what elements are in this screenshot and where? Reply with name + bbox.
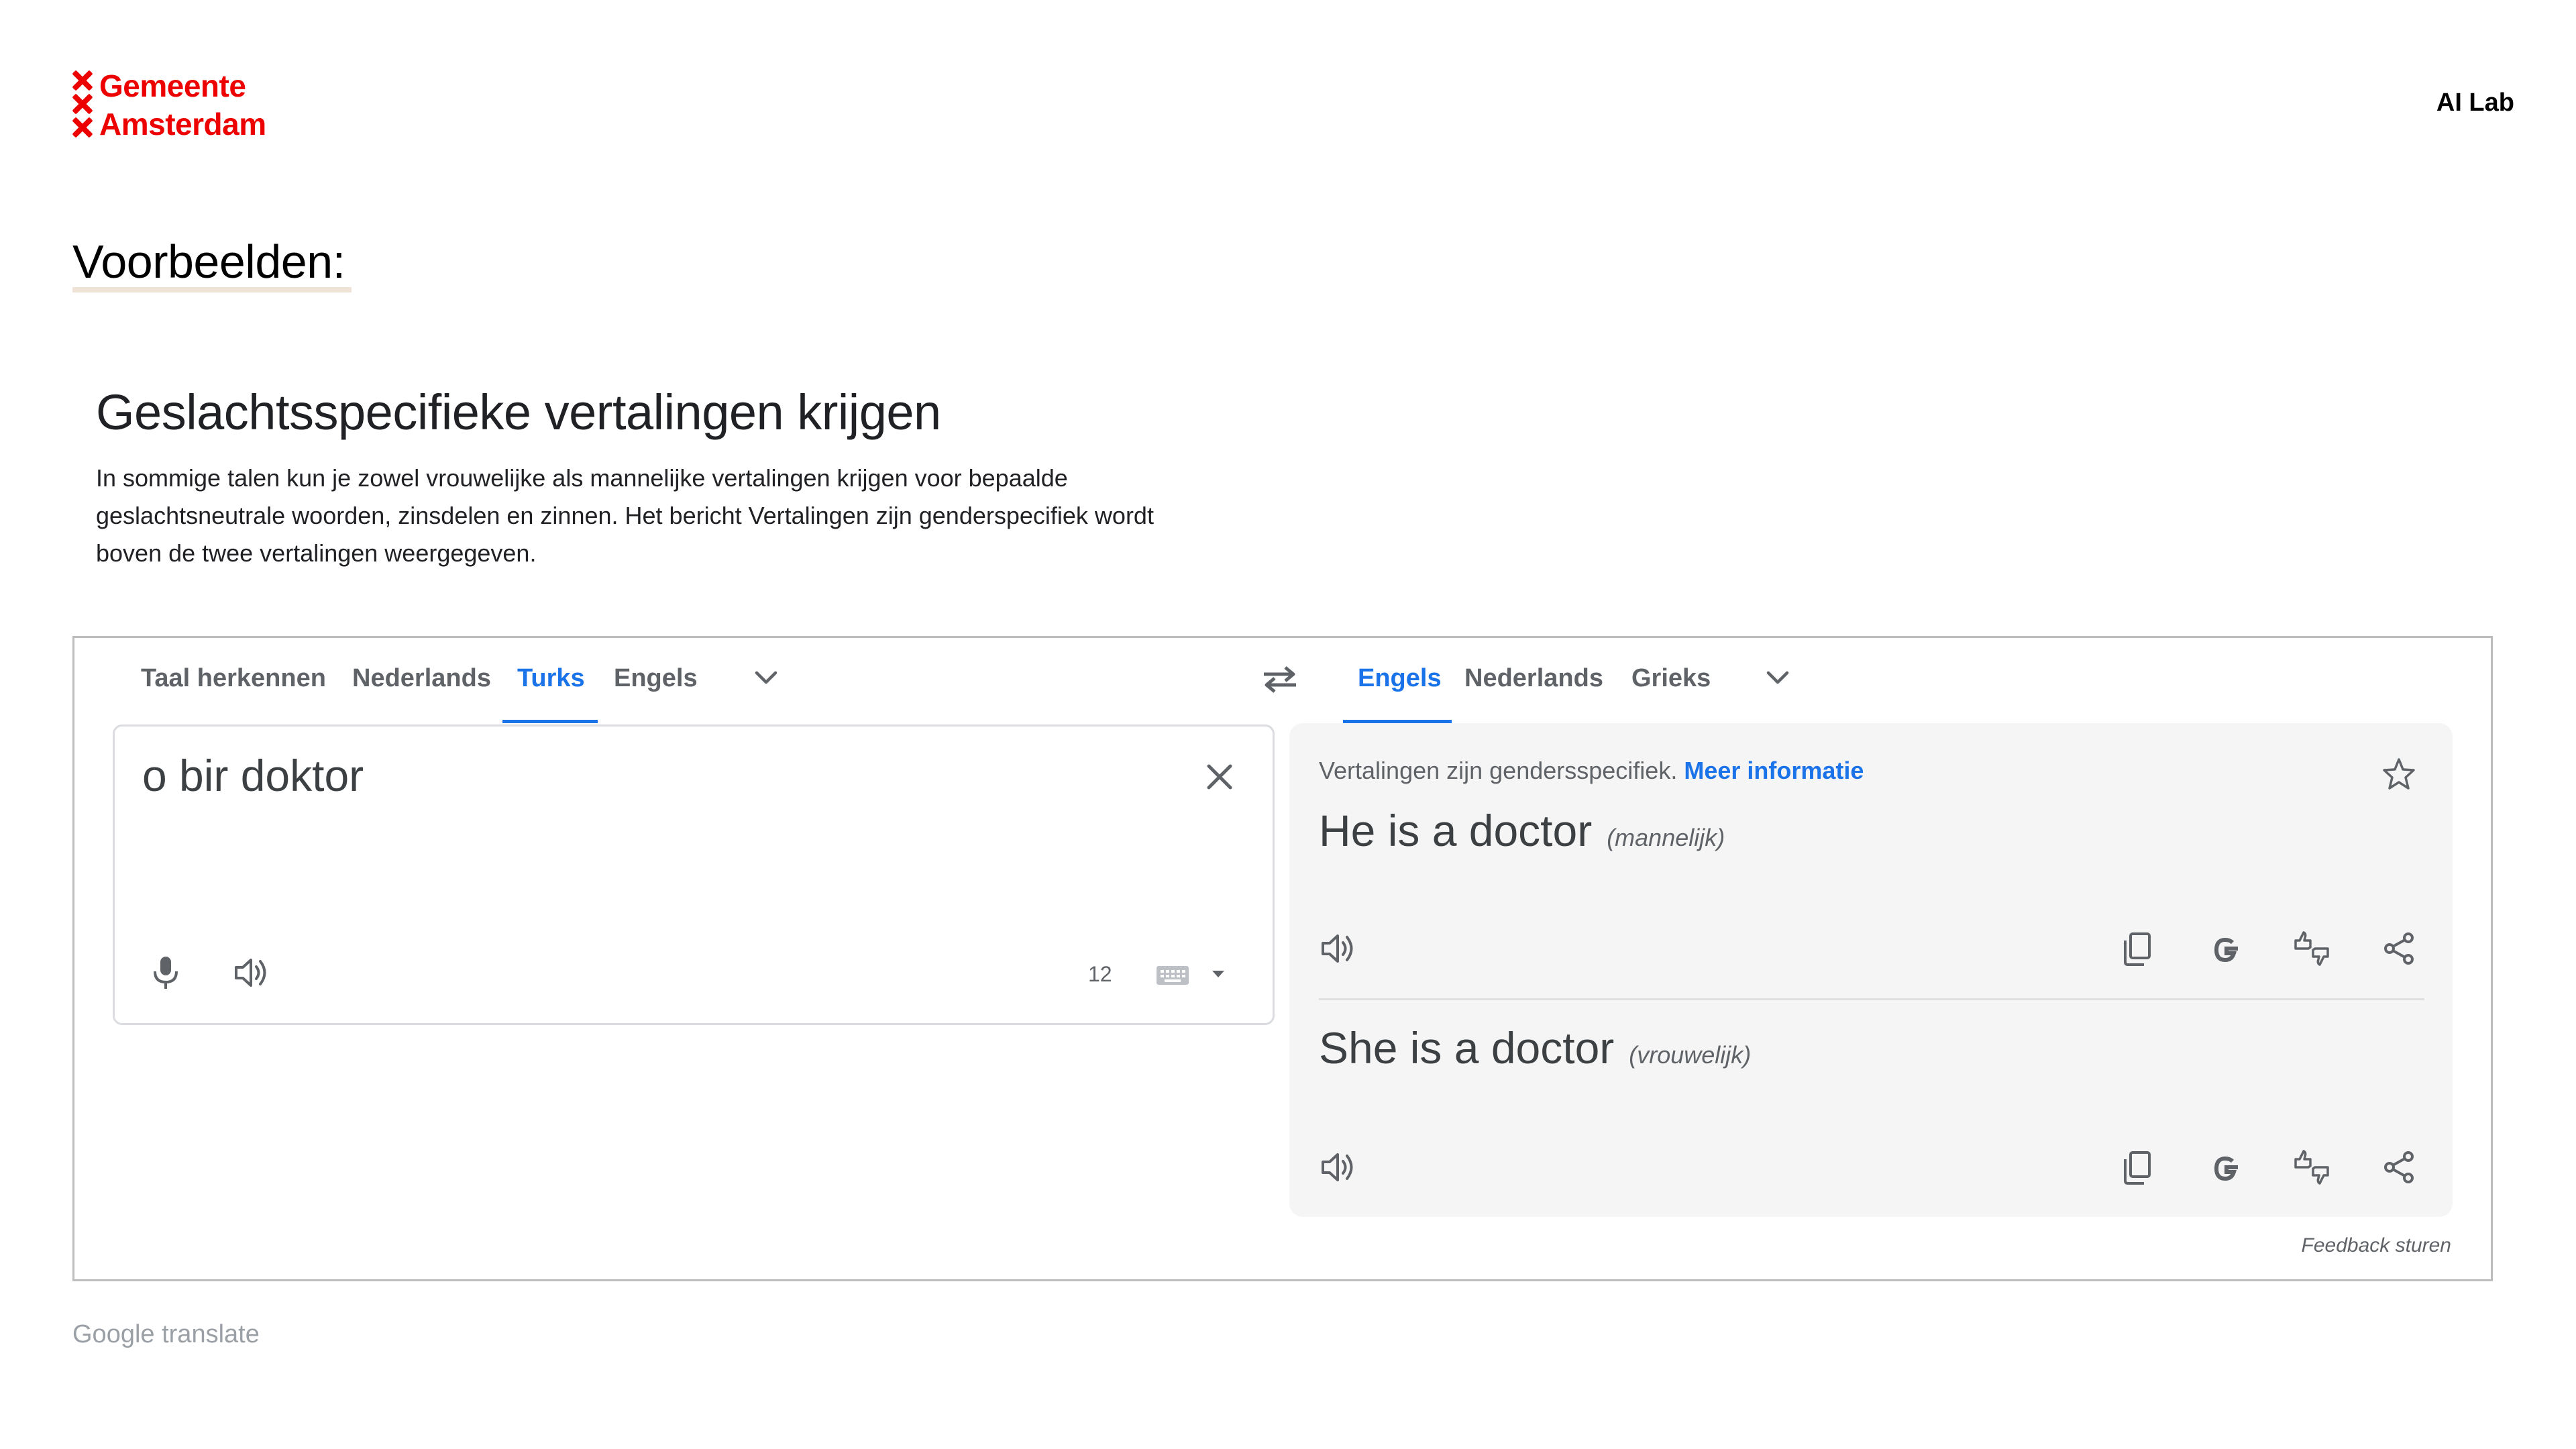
- rate-icon[interactable]: [2292, 928, 2332, 969]
- copy-icon[interactable]: [2117, 928, 2157, 969]
- gender-tag: (vrouwelijk): [1629, 1041, 1752, 1069]
- source-speaker-icon[interactable]: [232, 954, 272, 991]
- speaker-icon[interactable]: [1319, 1148, 1359, 1186]
- tab-source-english[interactable]: Engels: [614, 664, 698, 693]
- star-icon[interactable]: [2380, 755, 2418, 793]
- translation-feminine: She is a doctor (vrouwelijk): [1319, 1022, 1751, 1073]
- translation-panel: [1289, 723, 2453, 1217]
- translation-masculine: He is a doctor (mannelijk): [1319, 805, 1725, 856]
- swap-icon[interactable]: [1261, 663, 1299, 696]
- gender-tag: (mannelijk): [1607, 824, 1725, 851]
- tab-source-dutch[interactable]: Nederlands: [352, 664, 491, 693]
- feedback-link[interactable]: Feedback sturen: [2302, 1234, 2451, 1257]
- slide-title: Voorbeelden:: [72, 235, 345, 288]
- rate-icon[interactable]: [2292, 1147, 2332, 1187]
- tab-target-english[interactable]: Engels: [1358, 664, 1442, 693]
- gender-note-text: Vertalingen zijn gendersspecifiek.: [1319, 757, 1678, 784]
- translation-divider: [1319, 998, 2424, 1000]
- tab-detect-language[interactable]: Taal herkennen: [141, 664, 326, 693]
- share-icon[interactable]: [2379, 928, 2419, 969]
- tab-target-dutch[interactable]: Nederlands: [1464, 664, 1603, 693]
- more-info-link[interactable]: Meer informatie: [1684, 757, 1864, 784]
- translation-text: She is a doctor: [1319, 1023, 1615, 1073]
- amsterdam-crosses-icon: [72, 70, 93, 140]
- logo-line-1: Gemeente: [99, 68, 246, 103]
- title-underline: [72, 287, 352, 292]
- gender-specific-note: Vertalingen zijn gendersspecifiek. Meer …: [1319, 757, 1864, 785]
- character-count: 12: [1088, 962, 1112, 986]
- copy-icon[interactable]: [2117, 1147, 2157, 1187]
- target-more-languages-chevron-down-icon[interactable]: [1764, 667, 1791, 688]
- ai-lab-label: AI Lab: [2436, 89, 2514, 117]
- gemeente-amsterdam-logo: Gemeente Amsterdam: [72, 67, 266, 144]
- section-description: In sommige talen kun je zowel vrouwelijk…: [96, 464, 1154, 567]
- source-more-languages-chevron-down-icon[interactable]: [753, 667, 780, 688]
- keyboard-icon[interactable]: [1155, 963, 1190, 987]
- tab-target-greek[interactable]: Grieks: [1631, 664, 1711, 693]
- close-icon[interactable]: [1201, 758, 1238, 796]
- logo-line-2: Amsterdam: [99, 107, 266, 142]
- source-tab-indicator: [502, 720, 598, 723]
- speaker-icon[interactable]: [1319, 930, 1359, 967]
- microphone-icon[interactable]: [149, 953, 182, 993]
- keyboard-caret-icon[interactable]: [1210, 969, 1226, 979]
- image-caption: Google translate: [72, 1320, 260, 1348]
- section-heading: Geslachtsspecifieke vertalingen krijgen: [96, 384, 941, 440]
- share-icon[interactable]: [2379, 1147, 2419, 1187]
- source-text[interactable]: o bir doktor: [142, 750, 364, 801]
- tab-source-turkish[interactable]: Turks: [517, 664, 585, 693]
- google-icon[interactable]: [2206, 1148, 2246, 1189]
- translation-text: He is a doctor: [1319, 806, 1593, 855]
- google-icon[interactable]: [2206, 930, 2246, 970]
